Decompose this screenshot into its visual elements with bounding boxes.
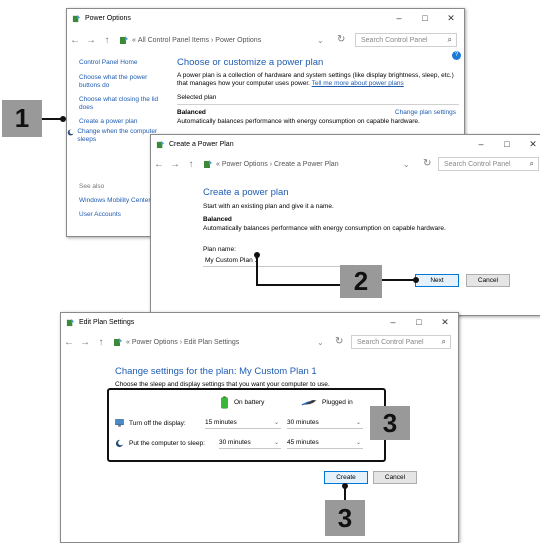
back-icon[interactable]: ← — [151, 159, 167, 170]
maximize-button[interactable]: □ — [494, 139, 520, 149]
window-title: Create a Power Plan — [169, 140, 234, 148]
sidebar-item-sleep-row[interactable]: Change when the computer sleeps — [67, 128, 159, 144]
search-input[interactable]: Search Control Panel ⌕ — [355, 33, 457, 47]
page-title: Choose or customize a power plan — [177, 57, 324, 68]
help-icon[interactable]: ? — [452, 51, 461, 60]
page-description: A power plan is a collection of hardware… — [177, 72, 454, 87]
cancel-button[interactable]: Cancel — [373, 471, 417, 484]
breadcrumb-item[interactable]: Power Options — [222, 161, 268, 168]
change-plan-settings-link[interactable]: Change plan settings — [395, 109, 456, 116]
main-content: Choose or customize a power plan A power… — [177, 57, 459, 125]
title-bar: Edit Plan Settings – □ ✕ — [61, 313, 458, 331]
control-panel-icon — [204, 160, 212, 168]
control-panel-icon — [114, 338, 122, 346]
address-bar: ← → ↑ « Power Options › Create a Power P… — [151, 153, 540, 175]
plan-row: Balanced Change plan settings — [177, 109, 459, 116]
tell-me-more-link[interactable]: Tell me more about power plans — [312, 80, 404, 87]
chevron-down-icon[interactable]: ⌄ — [317, 338, 324, 347]
up-icon[interactable]: ↑ — [99, 35, 115, 46]
breadcrumb-item[interactable]: Create a Power Plan — [274, 161, 339, 168]
up-icon[interactable]: ↑ — [183, 159, 199, 170]
chevron-down-icon[interactable]: ⌄ — [403, 160, 410, 169]
sidebar-item-power-buttons[interactable]: Choose what the power buttons do — [79, 74, 159, 90]
address-bar: ← → ↑ « Power Options › Edit Plan Settin… — [61, 331, 458, 353]
power-options-icon — [156, 140, 165, 148]
breadcrumb[interactable]: « Power Options › Create a Power Plan — [199, 159, 339, 169]
forward-icon[interactable]: → — [167, 159, 183, 170]
address-bar: ← → ↑ « All Control Panel Items › Power … — [67, 29, 464, 51]
sidebar-item-sleep[interactable]: Change when the computer sleeps — [77, 128, 159, 144]
next-button[interactable]: Next — [415, 274, 459, 287]
plan-name: Balanced — [177, 109, 206, 116]
refresh-icon[interactable]: ↻ — [337, 34, 345, 45]
search-icon: ⌕ — [447, 35, 452, 44]
chevron-down-icon[interactable]: ⌄ — [317, 36, 324, 45]
breadcrumb[interactable]: « Power Options › Edit Plan Settings — [109, 337, 239, 347]
callout-3-create: 3 — [325, 500, 365, 536]
power-options-icon — [66, 318, 75, 326]
close-button[interactable]: ✕ — [432, 317, 458, 328]
callout-3-settings: 3 — [370, 406, 410, 440]
forward-icon[interactable]: → — [83, 35, 99, 46]
search-input[interactable]: Search Control Panel ⌕ — [351, 335, 451, 349]
callout-2-leader — [256, 255, 258, 285]
page-subtext: Choose the sleep and display settings th… — [115, 381, 330, 388]
window-title: Power Options — [85, 14, 131, 22]
callout-2: 2 — [340, 265, 382, 298]
minimize-button[interactable]: – — [386, 13, 412, 23]
maximize-button[interactable]: □ — [406, 317, 432, 327]
breadcrumb-item[interactable]: Power Options — [132, 339, 178, 346]
forward-icon[interactable]: → — [77, 337, 93, 348]
sidebar-item-create-plan[interactable]: Create a power plan — [79, 118, 159, 126]
callout-2-leader — [256, 284, 340, 286]
page-title: Change settings for the plan: My Custom … — [115, 366, 317, 377]
callout-3-leader — [344, 486, 346, 500]
close-button[interactable]: ✕ — [438, 13, 464, 24]
plan-name-label: Plan name: — [203, 246, 236, 253]
minimize-button[interactable]: – — [468, 139, 494, 149]
settings-highlight-box — [107, 388, 386, 462]
title-bar: Power Options – □ ✕ — [67, 9, 464, 27]
refresh-icon[interactable]: ↻ — [423, 158, 431, 169]
close-button[interactable]: ✕ — [520, 139, 540, 150]
minimize-button[interactable]: – — [380, 317, 406, 327]
control-panel-icon — [120, 36, 128, 44]
plan-name: Balanced — [203, 216, 232, 223]
search-icon: ⌕ — [441, 337, 446, 346]
callout-1-leader — [42, 118, 62, 120]
cancel-button[interactable]: Cancel — [466, 274, 510, 287]
sidebar-item-home[interactable]: Control Panel Home — [79, 59, 159, 67]
plan-description: Automatically balances performance with … — [203, 225, 446, 232]
see-also-mobility-center[interactable]: Windows Mobility Center — [79, 197, 159, 205]
breadcrumb-item[interactable]: Power Options — [215, 37, 261, 44]
up-icon[interactable]: ↑ — [93, 337, 109, 348]
see-also-user-accounts[interactable]: User Accounts — [79, 211, 159, 219]
refresh-icon[interactable]: ↻ — [335, 336, 343, 347]
callout-2-dot-next — [413, 277, 419, 283]
title-bar: Create a Power Plan – □ ✕ — [151, 135, 540, 153]
breadcrumb[interactable]: « All Control Panel Items › Power Option… — [115, 35, 261, 45]
page-subtext: Start with an existing plan and give it … — [203, 203, 334, 210]
search-icon: ⌕ — [529, 159, 534, 168]
create-button[interactable]: Create — [324, 471, 368, 484]
search-input[interactable]: Search Control Panel ⌕ — [438, 157, 539, 171]
plan-description: Automatically balances performance with … — [177, 118, 420, 125]
callout-1: 1 — [2, 100, 42, 137]
see-also-label: See also — [79, 183, 105, 190]
window-title: Edit Plan Settings — [79, 318, 135, 326]
sidebar: Control Panel Home Choose what the power… — [67, 59, 159, 219]
callout-2-leader — [382, 279, 416, 281]
main-content: Change settings for the plan: My Custom … — [115, 366, 435, 388]
back-icon[interactable]: ← — [61, 337, 77, 348]
breadcrumb-item[interactable]: All Control Panel Items — [138, 37, 209, 44]
maximize-button[interactable]: □ — [412, 13, 438, 23]
sidebar-item-closing-lid[interactable]: Choose what closing the lid does — [79, 96, 159, 112]
back-icon[interactable]: ← — [67, 35, 83, 46]
selected-plan-label: Selected plan — [177, 94, 459, 105]
power-options-icon — [72, 14, 81, 22]
breadcrumb-item[interactable]: Edit Plan Settings — [184, 339, 239, 346]
main-content: Create a power plan Start with an existi… — [203, 187, 493, 267]
moon-icon — [67, 129, 74, 136]
page-title: Create a power plan — [203, 187, 289, 198]
